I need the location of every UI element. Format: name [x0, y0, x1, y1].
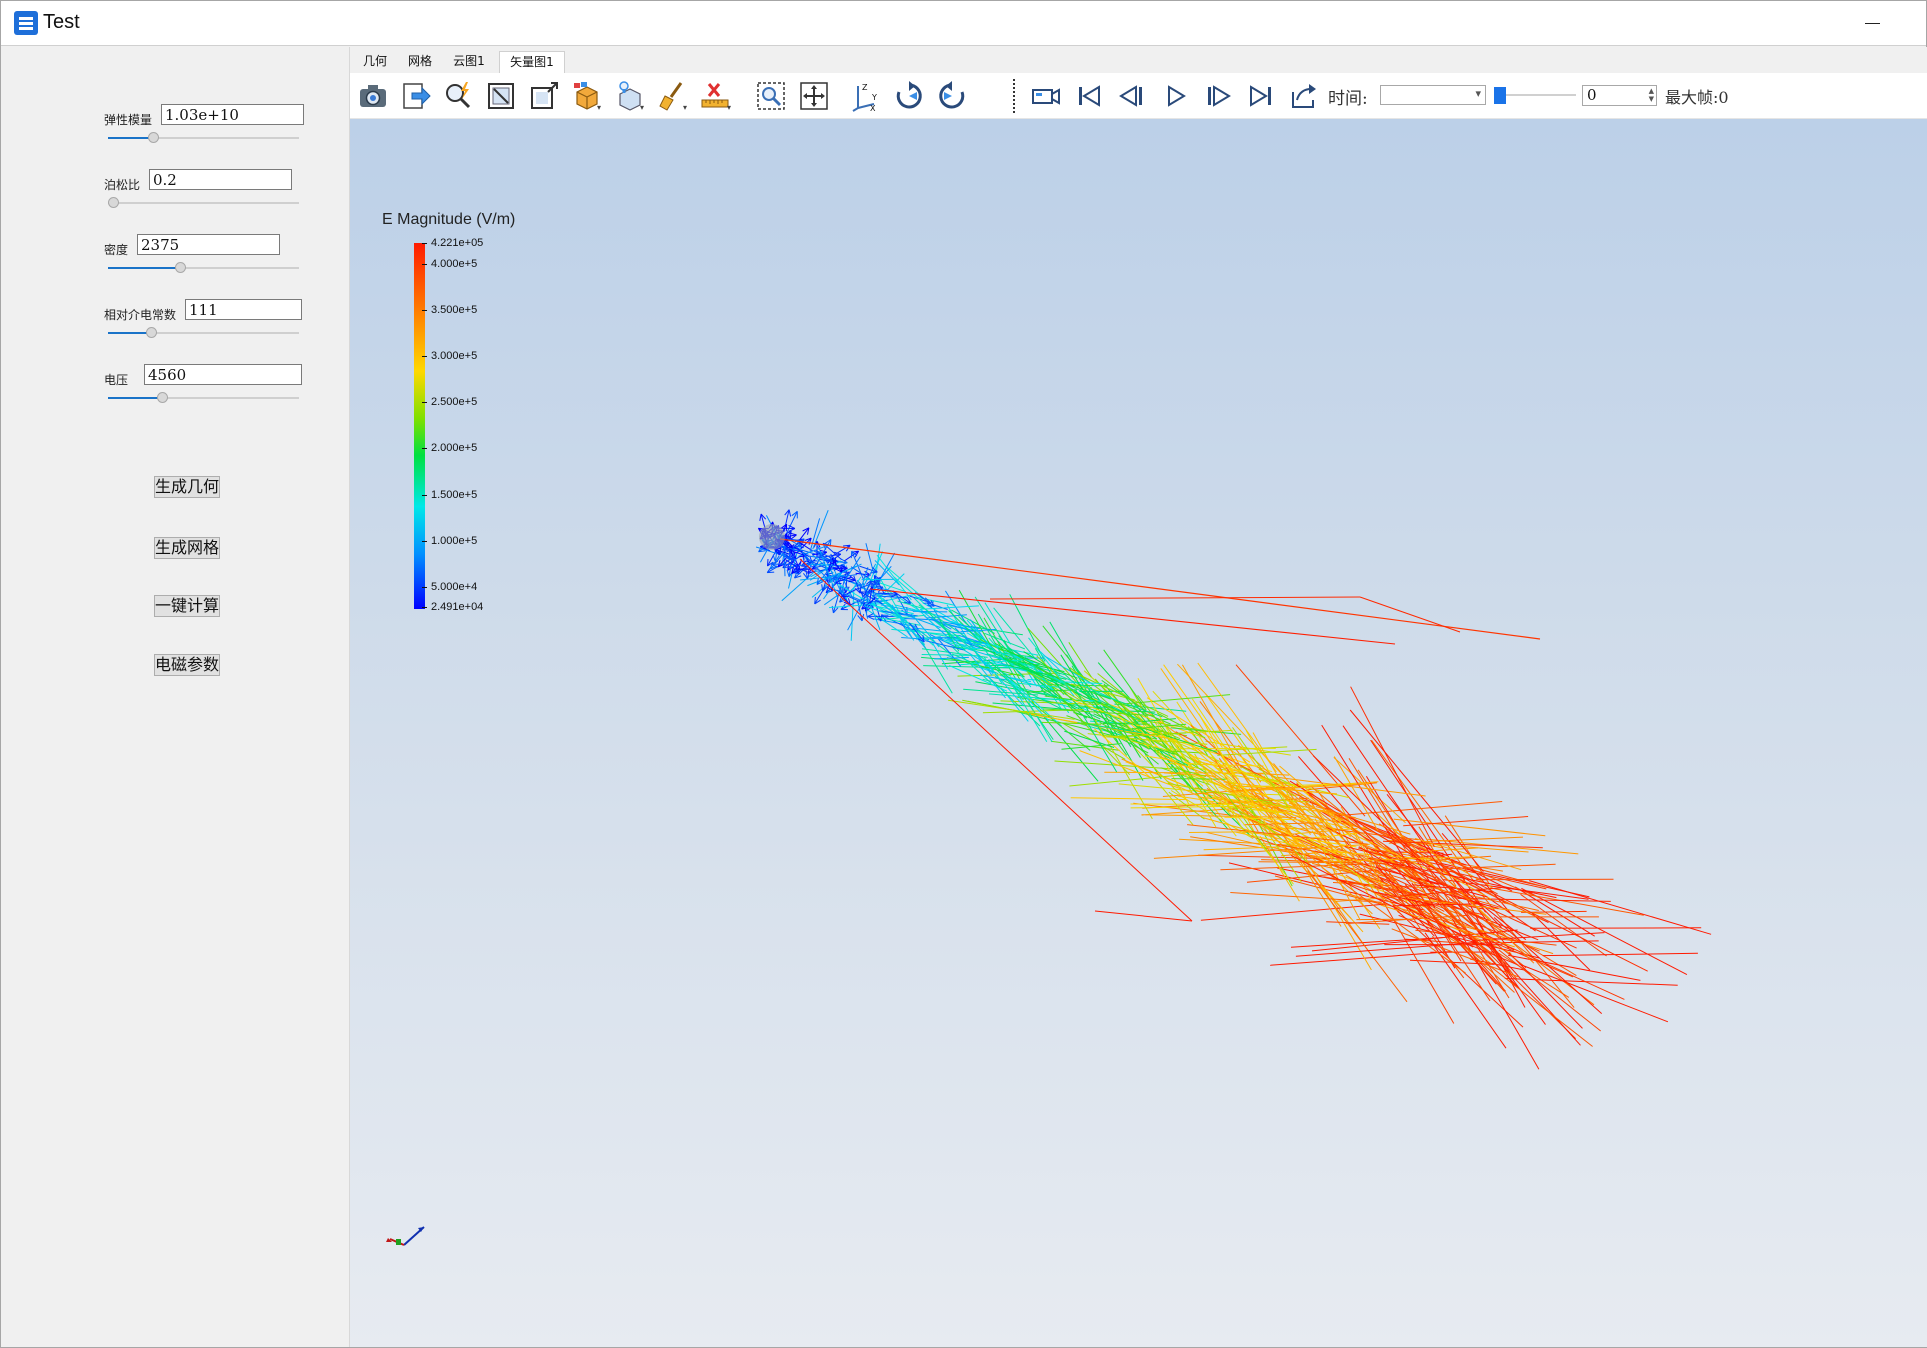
colorbar-tick: 4.000e+5 [421, 258, 477, 270]
toolbar: ▾ ▾ ▾ ▾ ZYX 时间: ▾ 0 ▲ ▼ 最大帧:0 [350, 73, 1927, 119]
slider-thumb[interactable] [145, 327, 157, 338]
svg-text:Y: Y [871, 93, 877, 102]
fit-box-icon[interactable] [485, 80, 517, 112]
param-relative-permittivity: 相对介电常数 111 [104, 299, 304, 347]
colorbar-tick: 3.500e+5 [421, 304, 477, 316]
param-label: 电压 [104, 373, 129, 387]
rotate-ccw-icon[interactable] [936, 80, 968, 112]
param-poisson-ratio: 泊松比 0.2 [104, 169, 304, 217]
zoom-lightning-icon[interactable] [442, 80, 474, 112]
time-select[interactable] [1380, 85, 1486, 105]
colorbar-tick: 2.500e+5 [421, 396, 477, 408]
param-label: 泊松比 [104, 178, 141, 192]
window-title: Test [43, 11, 80, 33]
next-frame-icon[interactable] [1202, 80, 1234, 112]
slider-thumb[interactable] [147, 132, 159, 143]
export-icon[interactable] [400, 80, 432, 112]
param-label: 相对介电常数 [104, 308, 177, 322]
relative-permittivity-input[interactable]: 111 [185, 299, 302, 320]
export-animation-icon[interactable] [1288, 80, 1320, 112]
render-viewport[interactable]: E Magnitude (V/m) 4.221e+05 4.000e+5 3.500… [350, 119, 1927, 1347]
slider-thumb[interactable] [108, 197, 119, 208]
one-click-compute-button[interactable]: 一键计算 [154, 595, 220, 617]
param-label: 弹性模量 [104, 113, 153, 127]
generate-geometry-button[interactable]: 生成几何 [154, 476, 220, 498]
title-bar: Test [1, 1, 1926, 46]
view-tabs: 几何 网格 云图1 矢量图1 [350, 47, 1927, 73]
video-camera-icon[interactable] [1030, 80, 1062, 112]
minimize-button[interactable] [1858, 9, 1886, 37]
param-elastic-modulus: 弹性模量 1.03e+10 [104, 104, 304, 152]
colorbar-tick: 3.000e+5 [421, 350, 477, 362]
app-icon [14, 11, 38, 35]
rotate-cw-icon[interactable] [893, 80, 925, 112]
elastic-modulus-input[interactable]: 1.03e+10 [161, 104, 304, 125]
density-input[interactable]: 2375 [137, 234, 280, 255]
cube-light-icon[interactable]: ▾ [614, 80, 646, 112]
param-density: 密度 2375 [104, 234, 304, 282]
svg-text:X: X [870, 104, 876, 112]
tab-contour[interactable]: 云图1 [446, 51, 492, 73]
elastic-modulus-slider[interactable] [108, 131, 299, 145]
axes-xyz-icon[interactable]: ZYX [850, 80, 882, 113]
param-voltage: 电压 4560 [104, 364, 304, 412]
broom-icon[interactable]: ▾ [657, 80, 689, 112]
max-frame-label: 最大帧:0 [1665, 88, 1729, 107]
play-icon[interactable] [1159, 80, 1191, 112]
zoom-region-icon[interactable] [755, 80, 787, 112]
vector-field-plot [755, 509, 1712, 1070]
colorbar-tick: 2.491e+04 [421, 601, 483, 613]
camera-icon[interactable] [357, 80, 389, 112]
svg-text:▾: ▾ [640, 103, 644, 112]
colorbar-tick: 1.000e+5 [421, 535, 477, 547]
colorbar-tick: 4.221e+05 [421, 237, 483, 249]
svg-text:▾: ▾ [727, 103, 731, 112]
slider-thumb[interactable] [174, 262, 186, 273]
prev-frame-icon[interactable] [1116, 80, 1148, 112]
colorbar-tick: 5.000e+4 [421, 581, 477, 593]
spin-arrows-icon[interactable]: ▲ ▼ [1649, 87, 1654, 103]
parameter-panel: 弹性模量 1.03e+10 泊松比 0.2 密度 2375 相对介电常数 111… [1, 47, 350, 1347]
relative-permittivity-slider[interactable] [108, 326, 299, 340]
first-frame-icon[interactable] [1073, 80, 1105, 112]
svg-text:▾: ▾ [683, 103, 687, 112]
svg-text:Z: Z [862, 83, 868, 92]
slider-thumb[interactable] [156, 392, 168, 403]
frame-value: 0 [1587, 86, 1597, 104]
orientation-axes-icon [380, 1209, 440, 1259]
voltage-slider[interactable] [108, 391, 299, 405]
ruler-delete-icon[interactable]: ▾ [700, 80, 732, 112]
last-frame-icon[interactable] [1245, 80, 1277, 112]
param-label: 密度 [104, 243, 129, 257]
colorbar-tick: 2.000e+5 [421, 442, 477, 454]
voltage-input[interactable]: 4560 [144, 364, 302, 385]
frame-slider-thumb[interactable] [1494, 87, 1506, 104]
app-window: Test 弹性模量 1.03e+10 泊松比 0.2 密度 2375 相对介电常… [0, 0, 1927, 1348]
colorbar-tick: 1.500e+5 [421, 489, 477, 501]
em-params-button[interactable]: 电磁参数 [154, 654, 220, 676]
pan-icon[interactable] [798, 80, 830, 112]
colorbar [414, 243, 425, 609]
svg-text:▾: ▾ [597, 103, 601, 112]
tab-geometry[interactable]: 几何 [356, 51, 394, 73]
poisson-ratio-input[interactable]: 0.2 [149, 169, 292, 190]
tab-mesh[interactable]: 网格 [401, 51, 439, 73]
generate-mesh-button[interactable]: 生成网格 [154, 537, 220, 559]
frame-slider[interactable] [1494, 85, 1576, 105]
frame-spinbox[interactable]: 0 ▲ ▼ [1582, 85, 1657, 106]
resize-box-icon[interactable] [528, 80, 560, 112]
density-slider[interactable] [108, 261, 299, 275]
poisson-ratio-slider[interactable] [108, 196, 299, 210]
cube-color-icon[interactable]: ▾ [571, 80, 603, 112]
tab-vector[interactable]: 矢量图1 [499, 51, 565, 73]
colorbar-title: E Magnitude (V/m) [382, 211, 516, 228]
time-label: 时间: [1328, 89, 1368, 109]
